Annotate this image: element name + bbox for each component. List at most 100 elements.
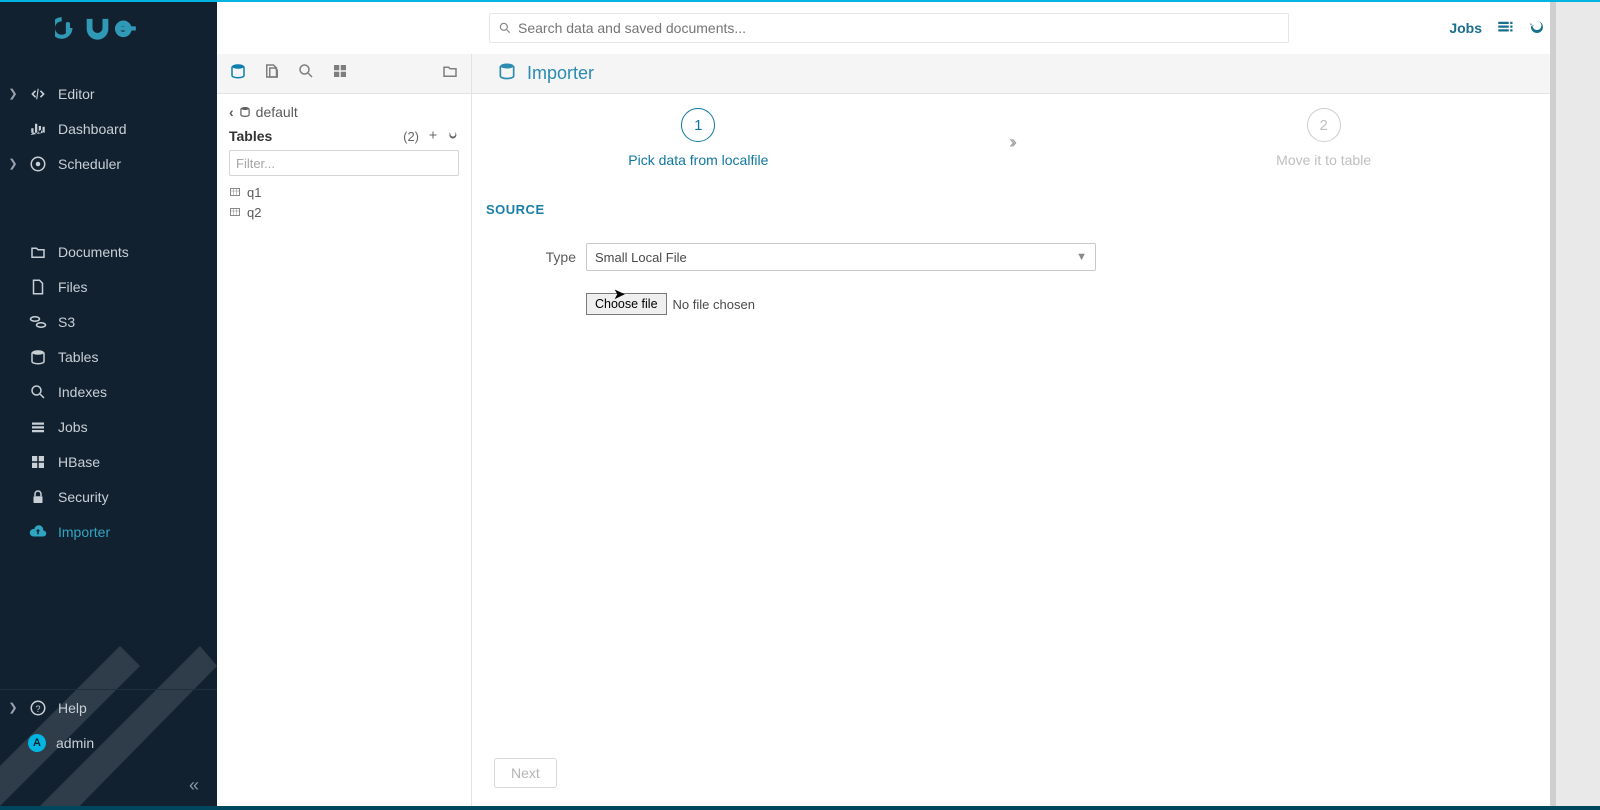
collapse-sidebar-button[interactable]: « [189, 775, 199, 796]
window-bottom-bar [0, 806, 1600, 810]
nav-label: Dashboard [58, 121, 127, 137]
step-number: 1 [681, 108, 715, 142]
database-icon [28, 347, 48, 367]
lock-icon [28, 487, 48, 507]
documents-icon [28, 242, 48, 262]
chevron-right-icon: ❯ [8, 157, 18, 170]
sidebar-item-s3[interactable]: ❯ S3 [0, 304, 217, 339]
step-label: Pick data from localfile [628, 152, 768, 168]
sidebar-item-editor[interactable]: ❯ Editor [0, 76, 217, 111]
table-icon [229, 186, 241, 198]
table-icon [229, 206, 241, 218]
type-select-value: Small Local File [595, 250, 687, 265]
table-name: q2 [247, 205, 261, 220]
assist-panel: ‹ default Tables (2) q1 q2 [217, 54, 472, 806]
source-section-heading: SOURCE [486, 202, 1550, 217]
search-input[interactable] [518, 20, 1280, 36]
add-table-button[interactable] [427, 129, 439, 144]
sidebar-item-dashboard[interactable]: ❯ Dashboard [0, 111, 217, 146]
database-icon [497, 61, 517, 86]
sidebar-item-help[interactable]: ❯ ? Help [0, 690, 217, 725]
nav-label: Documents [58, 244, 129, 260]
step-number: 2 [1307, 108, 1341, 142]
code-icon [28, 84, 48, 104]
sidebar-item-documents[interactable]: ❯ Documents [0, 234, 217, 269]
choose-file-button[interactable]: Choose file [586, 293, 667, 315]
hbase-icon [28, 452, 48, 472]
sidebar-item-tables[interactable]: ❯ Tables [0, 339, 217, 374]
wizard-step-2[interactable]: 2 Move it to table [1184, 108, 1464, 168]
type-row: Type Small Local File ▼ [472, 243, 1550, 271]
type-label: Type [472, 249, 586, 265]
nav-label: HBase [58, 454, 100, 470]
nav-label: S3 [58, 314, 75, 330]
assist-tab-files[interactable] [263, 62, 281, 85]
history-icon[interactable] [1528, 18, 1546, 39]
cloud-upload-icon [28, 522, 48, 542]
assist-tab-apps[interactable] [331, 62, 349, 85]
nav-label: admin [56, 735, 94, 751]
file-status-text: No file chosen [673, 297, 755, 312]
wizard-steps: 1 Pick data from localfile ›› 2 Move it … [472, 108, 1550, 168]
top-bar: Jobs [217, 2, 1550, 54]
chevron-left-icon: ‹ [229, 104, 234, 120]
assist-tab-search[interactable] [297, 62, 315, 85]
nav-label: Scheduler [58, 156, 121, 172]
scheduler-icon [28, 154, 48, 174]
breadcrumb[interactable]: ‹ default [229, 104, 459, 120]
jobs-icon [28, 417, 48, 437]
avatar: A [28, 734, 46, 752]
global-search[interactable] [489, 13, 1289, 43]
right-scrollbar-gutter [1550, 2, 1600, 806]
s3-icon [28, 312, 48, 332]
search-icon [498, 21, 512, 35]
wizard-step-1[interactable]: 1 Pick data from localfile [558, 108, 838, 168]
chevron-right-icon: ❯ [8, 701, 18, 714]
app-logo[interactable] [0, 2, 217, 54]
nav-label: Jobs [58, 419, 88, 435]
type-select[interactable]: Small Local File ▼ [586, 243, 1096, 271]
sidebar-item-scheduler[interactable]: ❯ Scheduler [0, 146, 217, 181]
breadcrumb-db: default [256, 104, 298, 120]
sidebar-item-user[interactable]: ❯ A admin [0, 725, 217, 760]
assist-tab-db[interactable] [229, 62, 247, 85]
table-name: q1 [247, 185, 261, 200]
caret-down-icon: ▼ [1076, 251, 1087, 263]
nav-label: Files [58, 279, 88, 295]
tables-heading: Tables [229, 128, 272, 144]
nav-label: Editor [58, 86, 95, 102]
chevron-right-icon: ❯ [8, 87, 18, 100]
refresh-icon[interactable] [447, 129, 459, 144]
sidebar-item-importer[interactable]: ❯ Importer [0, 514, 217, 549]
sidebar-item-indexes[interactable]: ❯ Indexes [0, 374, 217, 409]
sidebar-item-hbase[interactable]: ❯ HBase [0, 444, 217, 479]
sidebar-item-security[interactable]: ❯ Security [0, 479, 217, 514]
dashboard-icon [28, 119, 48, 139]
search-icon [28, 382, 48, 402]
table-row[interactable]: q2 [229, 202, 459, 222]
database-icon [238, 105, 252, 119]
mouse-cursor-icon: ➤ [613, 285, 626, 303]
sidebar-item-jobs[interactable]: ❯ Jobs [0, 409, 217, 444]
svg-text:?: ? [35, 703, 40, 713]
nav-label: Importer [58, 524, 110, 540]
table-row[interactable]: q1 [229, 182, 459, 202]
jobs-link[interactable]: Jobs [1449, 20, 1482, 36]
nav-label: Tables [58, 349, 98, 365]
sidebar-item-files[interactable]: ❯ Files [0, 269, 217, 304]
tables-count: (2) [403, 129, 419, 144]
primary-nav: ❯ Editor ❯ Dashboard ❯ Scheduler ❯ Doc [0, 54, 217, 549]
help-icon: ? [28, 698, 48, 718]
tables-filter-input[interactable] [229, 150, 459, 176]
left-sidebar: ❯ Editor ❯ Dashboard ❯ Scheduler ❯ Doc [0, 2, 217, 806]
page-title: Importer [527, 63, 594, 84]
nav-label: Indexes [58, 384, 107, 400]
step-label: Move it to table [1276, 152, 1371, 168]
next-button[interactable]: Next [494, 758, 557, 788]
assist-tab-documents[interactable] [441, 62, 459, 85]
nav-label: Help [58, 700, 87, 716]
files-icon [28, 277, 48, 297]
importer-main: 1 Pick data from localfile ›› 2 Move it … [472, 94, 1550, 806]
nav-label: Security [58, 489, 109, 505]
jobs-list-icon[interactable] [1496, 18, 1514, 39]
